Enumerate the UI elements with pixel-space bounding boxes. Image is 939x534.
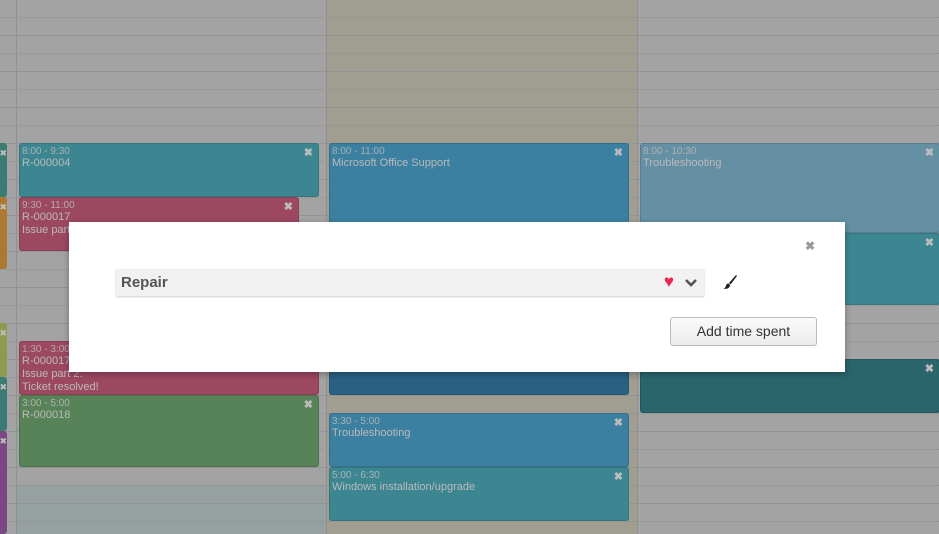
add-time-spent-button[interactable]: Add time spent [670,317,817,346]
heart-icon[interactable]: ♥ [664,272,674,292]
time-spent-dialog: ✖ Repair ♥ Add time spent [69,222,845,372]
activity-select-value: Repair [121,274,168,291]
chevron-down-icon[interactable] [684,277,698,289]
close-icon[interactable]: ✖ [805,239,815,253]
paintbrush-icon[interactable] [722,274,738,290]
activity-select[interactable]: Repair ♥ [116,269,704,296]
